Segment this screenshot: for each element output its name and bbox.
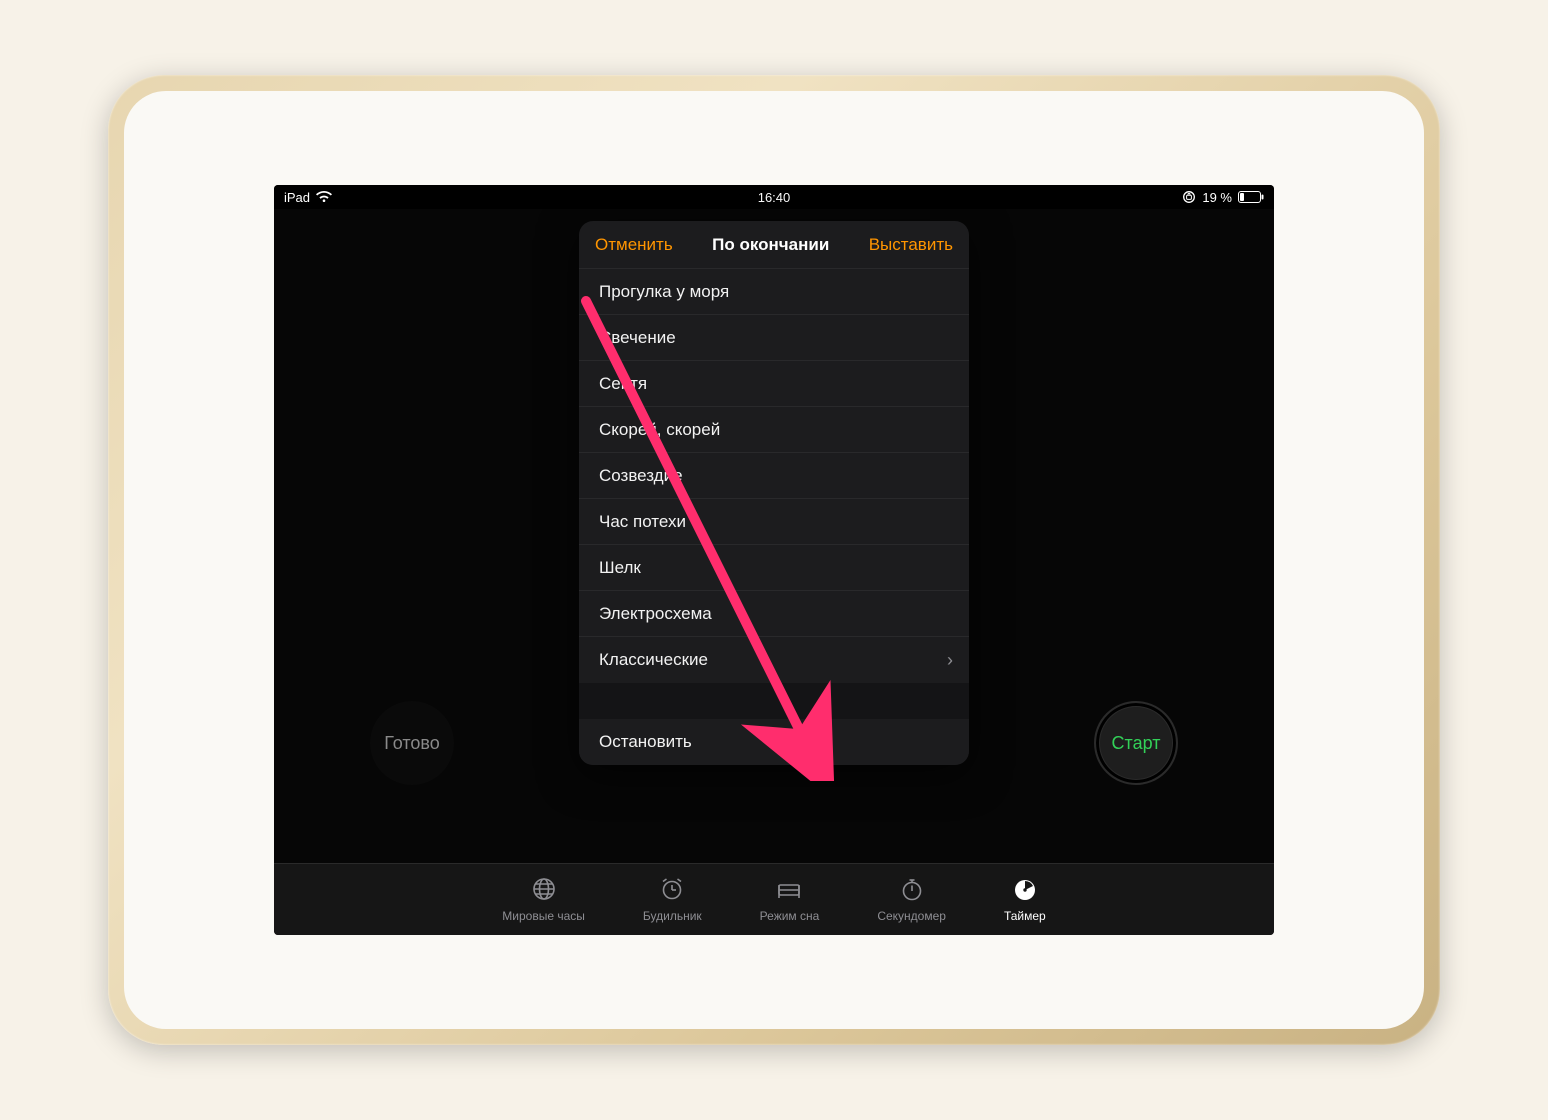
sound-option-row[interactable]: Скорей, скорей xyxy=(579,407,969,453)
sound-option-row[interactable]: Час потехи xyxy=(579,499,969,545)
battery-icon xyxy=(1238,191,1264,203)
sound-option-row[interactable]: Шелк xyxy=(579,545,969,591)
status-bar: iPad 16:40 19 % xyxy=(274,185,1274,209)
when-timer-ends-popover: Отменить По окончании Выставить Прогулка… xyxy=(579,221,969,765)
cancel-button[interactable]: Отменить xyxy=(595,235,673,255)
done-button[interactable]: Готово xyxy=(370,701,454,785)
tab-timer[interactable]: Таймер xyxy=(1004,876,1046,923)
tab-label: Секундомер xyxy=(877,909,946,923)
wifi-icon xyxy=(316,191,332,203)
sound-option-label: Электросхема xyxy=(599,604,712,624)
chevron-right-icon: › xyxy=(947,650,953,671)
tab-bar: Мировые часы Будильник Режим сна Секундомер… xyxy=(274,863,1274,935)
tab-label: Таймер xyxy=(1004,909,1046,923)
stop-playing-label: Остановить xyxy=(599,732,692,752)
sound-option-row[interactable]: Созвездие xyxy=(579,453,969,499)
sound-option-label: Сентя xyxy=(599,374,647,394)
popover-title: По окончании xyxy=(712,235,829,255)
sound-option-row[interactable]: Сентя xyxy=(579,361,969,407)
sound-option-label: Свечение xyxy=(599,328,676,348)
stopwatch-icon xyxy=(898,876,926,905)
device-label: iPad xyxy=(284,190,310,205)
orientation-lock-icon xyxy=(1182,190,1196,204)
start-button[interactable]: Старт xyxy=(1094,701,1178,785)
ipad-frame: iPad 16:40 19 % xyxy=(108,75,1440,1045)
alarm-clock-icon xyxy=(658,876,686,905)
stop-playing-row[interactable]: Остановить xyxy=(579,719,969,765)
ipad-bezel: iPad 16:40 19 % xyxy=(124,91,1424,1029)
timer-icon xyxy=(1011,876,1039,905)
tab-bedtime[interactable]: Режим сна xyxy=(760,876,820,923)
sound-option-label: Классические xyxy=(599,650,708,670)
sound-option-label: Шелк xyxy=(599,558,641,578)
tab-label: Будильник xyxy=(643,909,702,923)
clock-label: 16:40 xyxy=(758,190,791,205)
sound-option-row[interactable]: Классические › xyxy=(579,637,969,683)
start-button-label: Старт xyxy=(1112,733,1161,754)
tab-world-clock[interactable]: Мировые часы xyxy=(502,876,585,923)
tab-stopwatch[interactable]: Секундомер xyxy=(877,876,946,923)
sound-option-row[interactable]: Свечение xyxy=(579,315,969,361)
sound-option-label: Прогулка у моря xyxy=(599,282,729,302)
sound-option-label: Час потехи xyxy=(599,512,686,532)
sound-option-label: Созвездие xyxy=(599,466,683,486)
sound-option-row[interactable]: Прогулка у моря xyxy=(579,269,969,315)
done-button-label: Готово xyxy=(384,733,440,754)
screen: iPad 16:40 19 % xyxy=(274,185,1274,935)
sound-option-label: Скорей, скорей xyxy=(599,420,720,440)
tab-label: Мировые часы xyxy=(502,909,585,923)
globe-icon xyxy=(530,876,558,905)
bed-icon xyxy=(775,876,803,905)
battery-label: 19 % xyxy=(1202,190,1232,205)
sound-option-row[interactable]: Электросхема xyxy=(579,591,969,637)
set-button[interactable]: Выставить xyxy=(869,235,953,255)
tab-label: Режим сна xyxy=(760,909,820,923)
tab-alarm[interactable]: Будильник xyxy=(643,876,702,923)
